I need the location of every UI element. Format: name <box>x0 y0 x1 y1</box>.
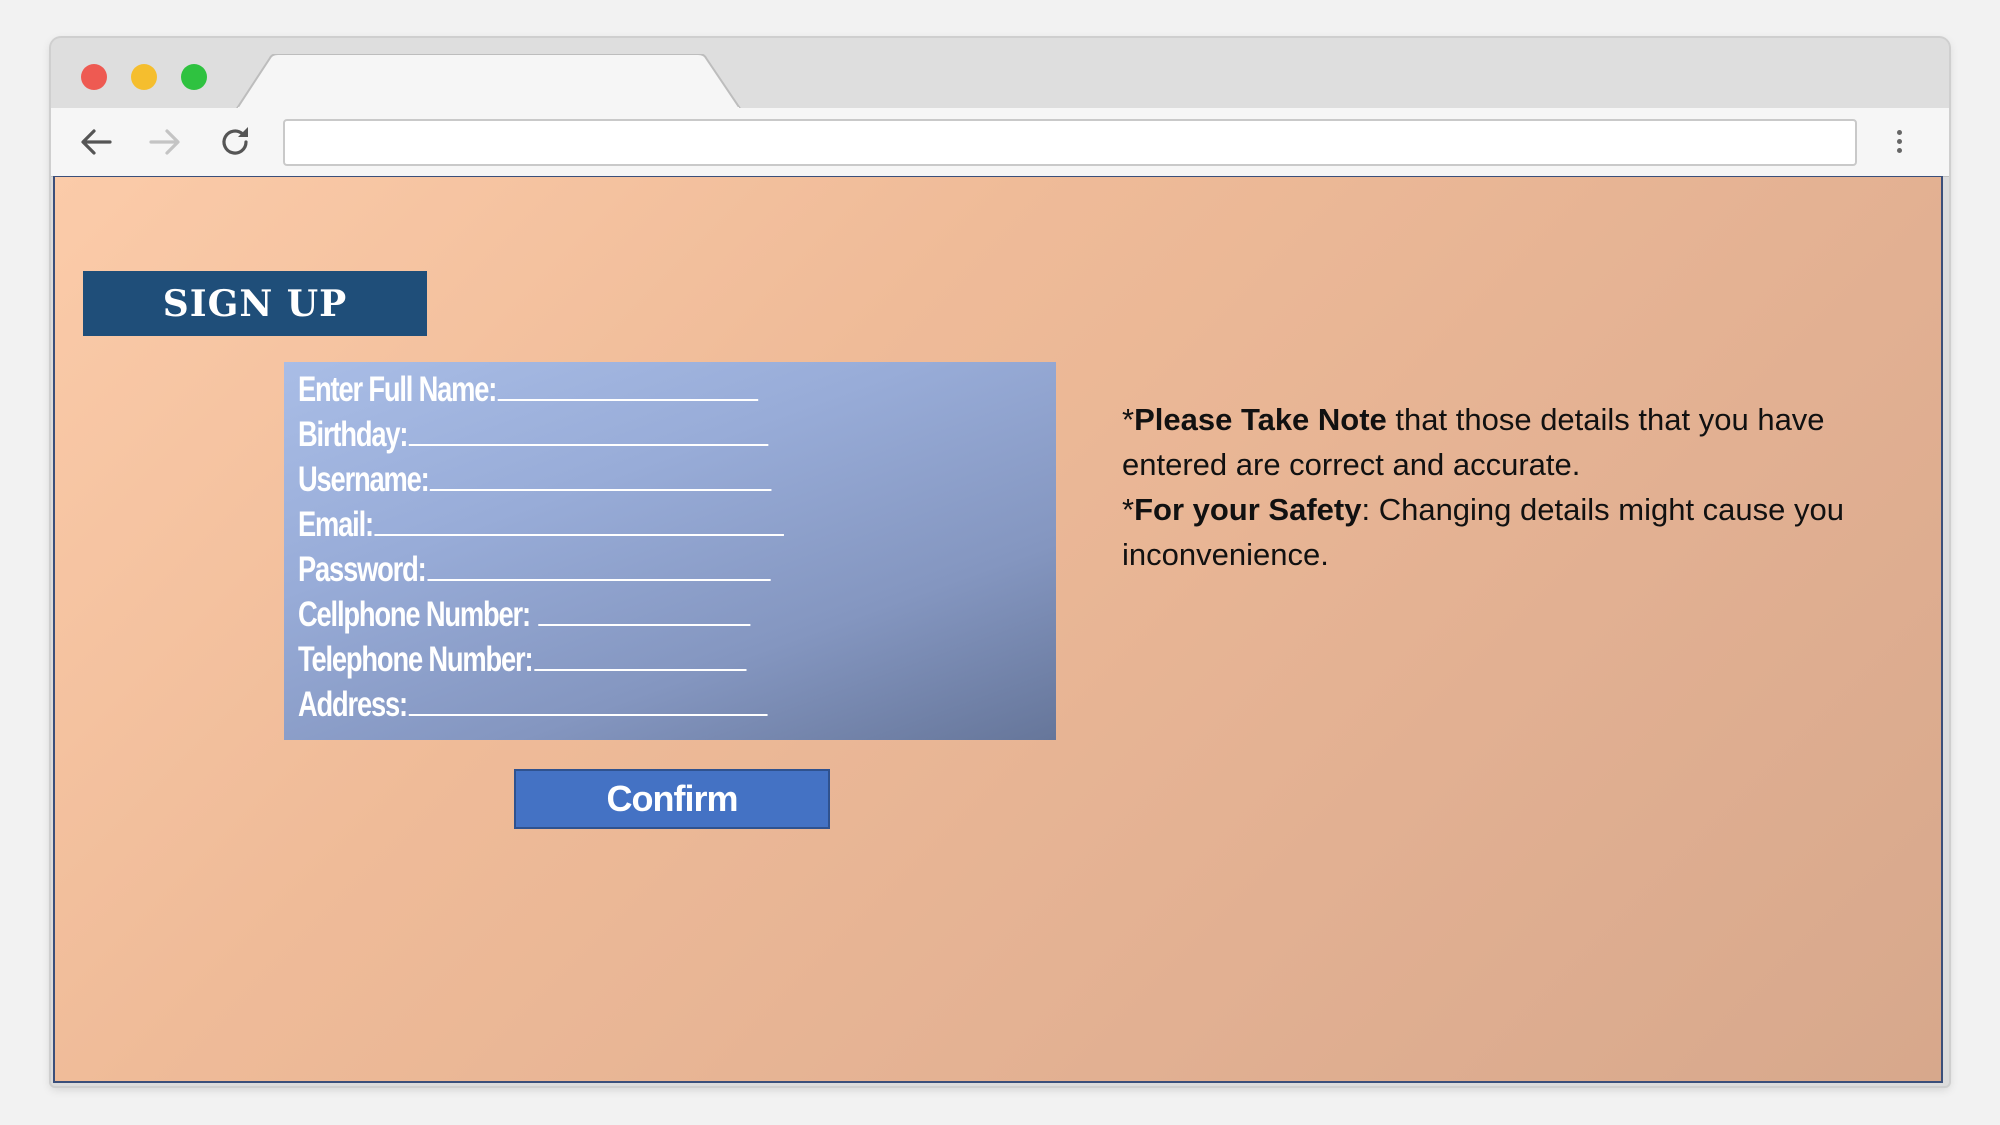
note-prefix: * <box>1122 492 1135 527</box>
cellphone-field[interactable] <box>537 596 751 626</box>
address-bar[interactable] <box>283 119 1857 166</box>
maximize-window-button[interactable] <box>181 64 207 90</box>
email-field[interactable] <box>374 506 784 536</box>
page-content: SIGN UP Enter Full Name: Birthday: Usern… <box>53 176 1943 1083</box>
browser-toolbar <box>51 108 1949 177</box>
browser-tab[interactable] <box>236 54 776 110</box>
minimize-window-button[interactable] <box>131 64 157 90</box>
username-label: Username: <box>298 460 430 499</box>
sign-up-heading: SIGN UP <box>83 271 427 336</box>
address-label: Address: <box>298 685 408 724</box>
safety-note: *Please Take Note that those details tha… <box>1122 397 1882 577</box>
cellphone-label: Cellphone Number: <box>298 595 537 634</box>
reload-icon[interactable] <box>215 122 255 162</box>
signup-form: Enter Full Name: Birthday: Username: Ema… <box>284 362 1056 740</box>
username-row: Username: <box>298 460 889 505</box>
password-row: Password: <box>298 550 889 595</box>
vertical-dots-icon[interactable] <box>1889 126 1909 162</box>
email-row: Email: <box>298 505 889 550</box>
note-prefix: * <box>1122 402 1135 437</box>
cellphone-row: Cellphone Number: <box>298 595 889 640</box>
password-field[interactable] <box>427 551 771 581</box>
browser-window: SIGN UP Enter Full Name: Birthday: Usern… <box>51 38 1949 1086</box>
arrow-left-icon[interactable] <box>76 122 116 162</box>
note-bold: For your Safety <box>1134 492 1362 527</box>
telephone-label: Telephone Number: <box>298 640 534 679</box>
full-name-field[interactable] <box>497 371 759 401</box>
full-name-row: Enter Full Name: <box>298 370 889 415</box>
full-name-label: Enter Full Name: <box>298 370 497 409</box>
password-label: Password: <box>298 550 427 589</box>
birthday-field[interactable] <box>408 416 769 446</box>
title-bar <box>51 38 1949 110</box>
arrow-right-icon[interactable] <box>145 122 185 162</box>
confirm-button[interactable]: Confirm <box>514 769 830 829</box>
close-window-button[interactable] <box>81 64 107 90</box>
birthday-row: Birthday: <box>298 415 889 460</box>
telephone-row: Telephone Number: <box>298 640 889 685</box>
telephone-field[interactable] <box>533 641 747 671</box>
address-row: Address: <box>298 685 889 730</box>
note-take-note: *Please Take Note that those details tha… <box>1122 397 1882 487</box>
note-safety: *For your Safety: Changing details might… <box>1122 487 1882 577</box>
birthday-label: Birthday: <box>298 415 408 454</box>
note-bold: Please Take Note <box>1134 402 1387 437</box>
username-field[interactable] <box>430 461 772 491</box>
address-field[interactable] <box>408 686 768 716</box>
email-label: Email: <box>298 505 374 544</box>
